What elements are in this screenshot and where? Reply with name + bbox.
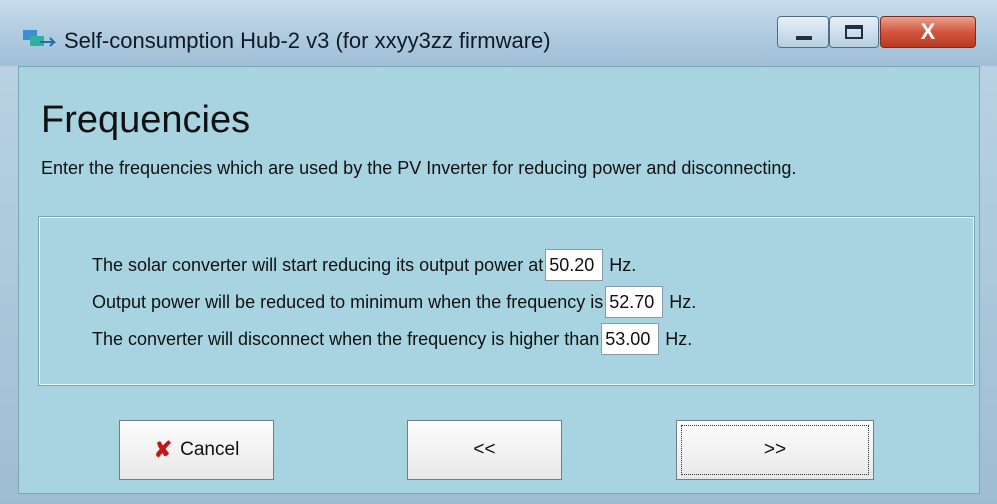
page-description: Enter the frequencies which are used by … (41, 158, 797, 178)
setting-row-disconnect: The converter will disconnect when the f… (92, 322, 692, 356)
cancel-button[interactable]: ✘ Cancel (119, 420, 274, 480)
unit-label: Hz. (609, 254, 637, 275)
minimize-button[interactable] (777, 16, 829, 48)
setting-label: Output power will be reduced to minimum … (92, 291, 604, 312)
minimize-icon (796, 36, 812, 40)
page-title: Frequencies (41, 99, 251, 141)
focus-rectangle (681, 425, 869, 475)
app-icon (23, 30, 56, 47)
back-button[interactable]: << (407, 420, 562, 480)
close-icon: X (920, 19, 936, 44)
cancel-label: Cancel (180, 439, 240, 460)
unit-label: Hz. (669, 291, 697, 312)
setting-label: The solar converter will start reducing … (92, 254, 544, 275)
unit-label: Hz. (665, 328, 693, 349)
maximize-icon (845, 25, 863, 39)
setting-row-start-reducing: The solar converter will start reducing … (92, 248, 636, 282)
title-bar[interactable]: Self-consumption Hub-2 v3 (for xxyy3zz f… (0, 0, 997, 66)
x-icon: ✘ (153, 437, 173, 462)
frequency-settings-group: The solar converter will start reducing … (38, 216, 975, 386)
wizard-panel: Frequencies Enter the frequencies which … (18, 66, 980, 494)
next-button[interactable]: >> (676, 420, 874, 480)
dialog-window: Self-consumption Hub-2 v3 (for xxyy3zz f… (0, 0, 997, 504)
disconnect-frequency-input[interactable] (601, 323, 660, 355)
close-button[interactable]: X (880, 16, 976, 48)
minimum-power-frequency-input[interactable] (605, 286, 664, 318)
start-reducing-frequency-input[interactable] (545, 249, 604, 281)
back-label: << (473, 439, 496, 460)
window-title: Self-consumption Hub-2 v3 (for xxyy3zz f… (64, 28, 551, 53)
setting-row-minimum-power: Output power will be reduced to minimum … (92, 285, 696, 319)
setting-label: The converter will disconnect when the f… (92, 328, 600, 349)
maximize-button[interactable] (829, 16, 879, 48)
